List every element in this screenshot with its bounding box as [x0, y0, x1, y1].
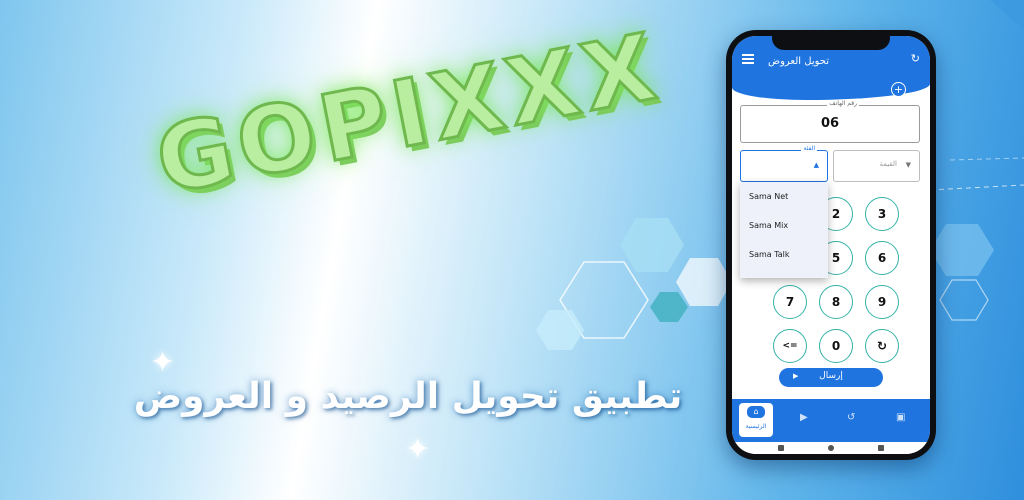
value-select[interactable]: القيمة ▼ [833, 150, 920, 182]
system-home-icon[interactable] [828, 445, 834, 451]
system-back-icon[interactable] [778, 445, 784, 451]
key-7[interactable]: 7 [773, 285, 807, 319]
menu-icon[interactable] [742, 54, 754, 64]
reset-key[interactable]: ↻ [865, 329, 899, 363]
caret-up-icon: ▲ [813, 161, 819, 169]
sparkle-icon: ✦ [405, 432, 431, 467]
nav-home[interactable]: ⌂ الرئيسية [739, 403, 773, 437]
category-dropdown: Sama Net Sama Mix Sama Talk [740, 182, 828, 278]
send-nav-icon[interactable]: ▶ [800, 412, 808, 423]
refresh-icon[interactable]: ↻ [911, 52, 920, 65]
category-label: الفئة [801, 145, 817, 152]
key-3[interactable]: 3 [865, 197, 899, 231]
bottom-nav: ⌂ الرئيسية ▶ ↺ ▣ [732, 399, 930, 442]
backspace-key[interactable]: <= [773, 329, 807, 363]
phone-field-label: رقم الهاتف [827, 100, 859, 107]
system-recents-icon[interactable] [878, 445, 884, 451]
send-label: إرسال [819, 371, 843, 381]
key-9[interactable]: 9 [865, 285, 899, 319]
home-icon: ⌂ [747, 406, 765, 418]
send-button[interactable]: ▶ إرسال [779, 368, 883, 387]
camera-icon[interactable]: ▣ [896, 412, 905, 423]
key-8[interactable]: 8 [819, 285, 853, 319]
sparkle-icon: ✦ [150, 345, 176, 380]
system-nav-bar [732, 442, 930, 454]
phone-screen: تحويل العروض ↻ + رقم الهاتف 06 الفئة ▲ ا… [732, 36, 930, 454]
phone-mockup: تحويل العروض ↻ + رقم الهاتف 06 الفئة ▲ ا… [726, 30, 936, 460]
phone-notch [772, 36, 890, 50]
phone-field-value: 06 [820, 116, 840, 131]
key-6[interactable]: 6 [865, 241, 899, 275]
dropdown-option-sama-net[interactable]: Sama Net [740, 182, 828, 211]
dropdown-option-sama-mix[interactable]: Sama Mix [740, 211, 828, 240]
key-0[interactable]: 0 [819, 329, 853, 363]
add-icon[interactable]: + [891, 82, 906, 97]
dropdown-option-sama-talk[interactable]: Sama Talk [740, 240, 828, 269]
caret-down-icon: ▼ [905, 161, 911, 169]
app-title: تحويل العروض [768, 56, 830, 67]
category-select[interactable]: الفئة ▲ [740, 145, 828, 182]
tagline: تطبيق تحويل الرصيد و العروض [133, 376, 683, 417]
history-icon[interactable]: ↺ [847, 412, 855, 423]
phone-number-field[interactable]: رقم الهاتف 06 [740, 100, 920, 143]
value-placeholder: القيمة [879, 160, 897, 168]
home-label: الرئيسية [745, 423, 767, 430]
